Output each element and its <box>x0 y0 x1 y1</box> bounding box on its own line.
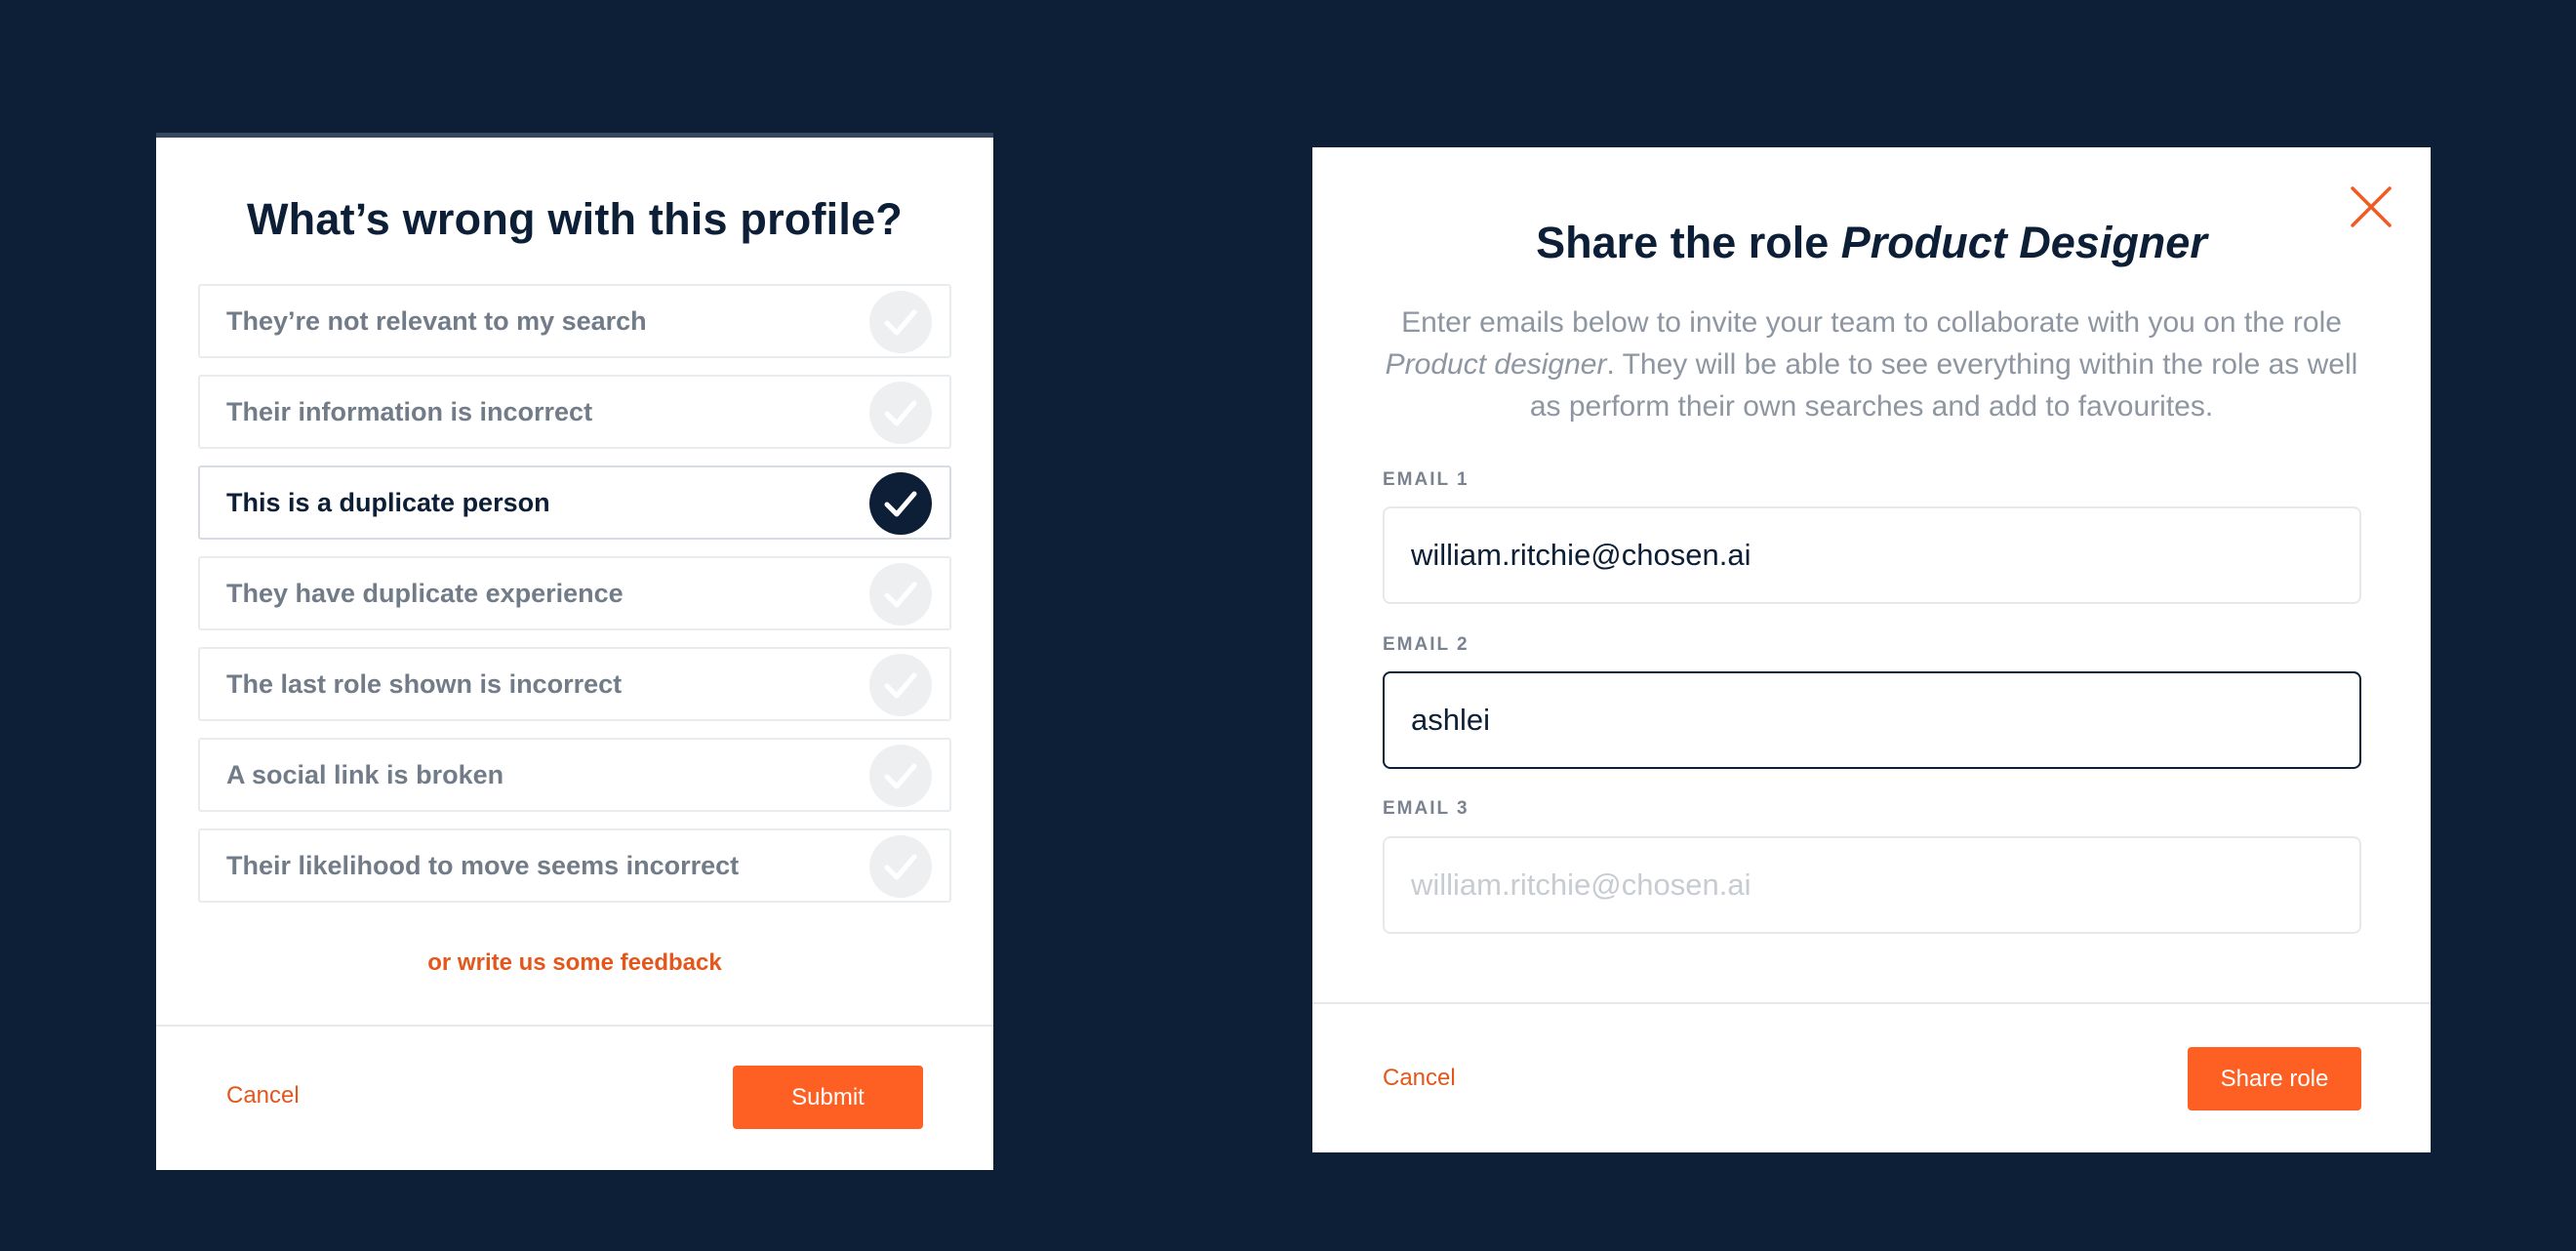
option-duplicate-experience[interactable]: They have duplicate experience <box>198 556 951 630</box>
title-role-name: Product Designer <box>1840 218 2207 267</box>
write-feedback-link[interactable]: or write us some feedback <box>156 949 993 977</box>
email-1-field[interactable] <box>1383 506 2361 604</box>
cancel-button[interactable]: Cancel <box>1383 1065 1456 1092</box>
option-not-relevant[interactable]: They’re not relevant to my search <box>198 284 951 358</box>
option-label: Their information is incorrect <box>226 397 593 426</box>
option-label: The last role shown is incorrect <box>226 669 623 699</box>
option-label: A social link is broken <box>226 760 504 789</box>
check-icon <box>869 291 932 353</box>
check-icon <box>869 835 932 898</box>
footer-divider <box>156 1025 993 1027</box>
report-profile-modal: What’s wrong with this profile? They’re … <box>156 133 993 1170</box>
cancel-button[interactable]: Cancel <box>226 1082 300 1110</box>
email-2-field[interactable] <box>1383 671 2361 769</box>
title-prefix: Share the role <box>1536 218 1841 267</box>
desc-text-before: Enter emails below to invite your team t… <box>1401 306 2342 339</box>
share-role-modal: Share the role Product Designer Enter em… <box>1312 147 2431 1152</box>
share-role-button[interactable]: Share role <box>2188 1047 2361 1110</box>
check-icon <box>869 745 932 807</box>
desc-role-name: Product designer <box>1385 348 1607 381</box>
email-1-label: EMAIL 1 <box>1383 469 1469 490</box>
option-label: This is a duplicate person <box>226 488 550 517</box>
option-label: Their likelihood to move seems incorrect <box>226 851 740 880</box>
modal-title: Share the role Product Designer <box>1312 218 2431 268</box>
footer-divider <box>1312 1002 2431 1004</box>
email-2-label: EMAIL 2 <box>1383 634 1469 655</box>
check-icon <box>869 654 932 716</box>
option-info-incorrect[interactable]: Their information is incorrect <box>198 375 951 449</box>
option-likelihood-incorrect[interactable]: Their likelihood to move seems incorrect <box>198 828 951 903</box>
email-3-field[interactable] <box>1383 836 2361 934</box>
option-duplicate-person[interactable]: This is a duplicate person <box>198 465 951 540</box>
modal-title: What’s wrong with this profile? <box>247 194 903 244</box>
option-label: They’re not relevant to my search <box>226 306 647 336</box>
check-icon <box>869 382 932 444</box>
email-3-label: EMAIL 3 <box>1383 798 1469 819</box>
check-icon <box>869 472 932 535</box>
option-label: They have duplicate experience <box>226 579 624 608</box>
modal-description: Enter emails below to invite your team t… <box>1371 302 2372 427</box>
desc-text-after: . They will be able to see everything wi… <box>1529 348 2358 423</box>
option-last-role-incorrect[interactable]: The last role shown is incorrect <box>198 647 951 721</box>
submit-button[interactable]: Submit <box>733 1066 923 1129</box>
option-social-link-broken[interactable]: A social link is broken <box>198 738 951 812</box>
check-icon <box>869 563 932 626</box>
